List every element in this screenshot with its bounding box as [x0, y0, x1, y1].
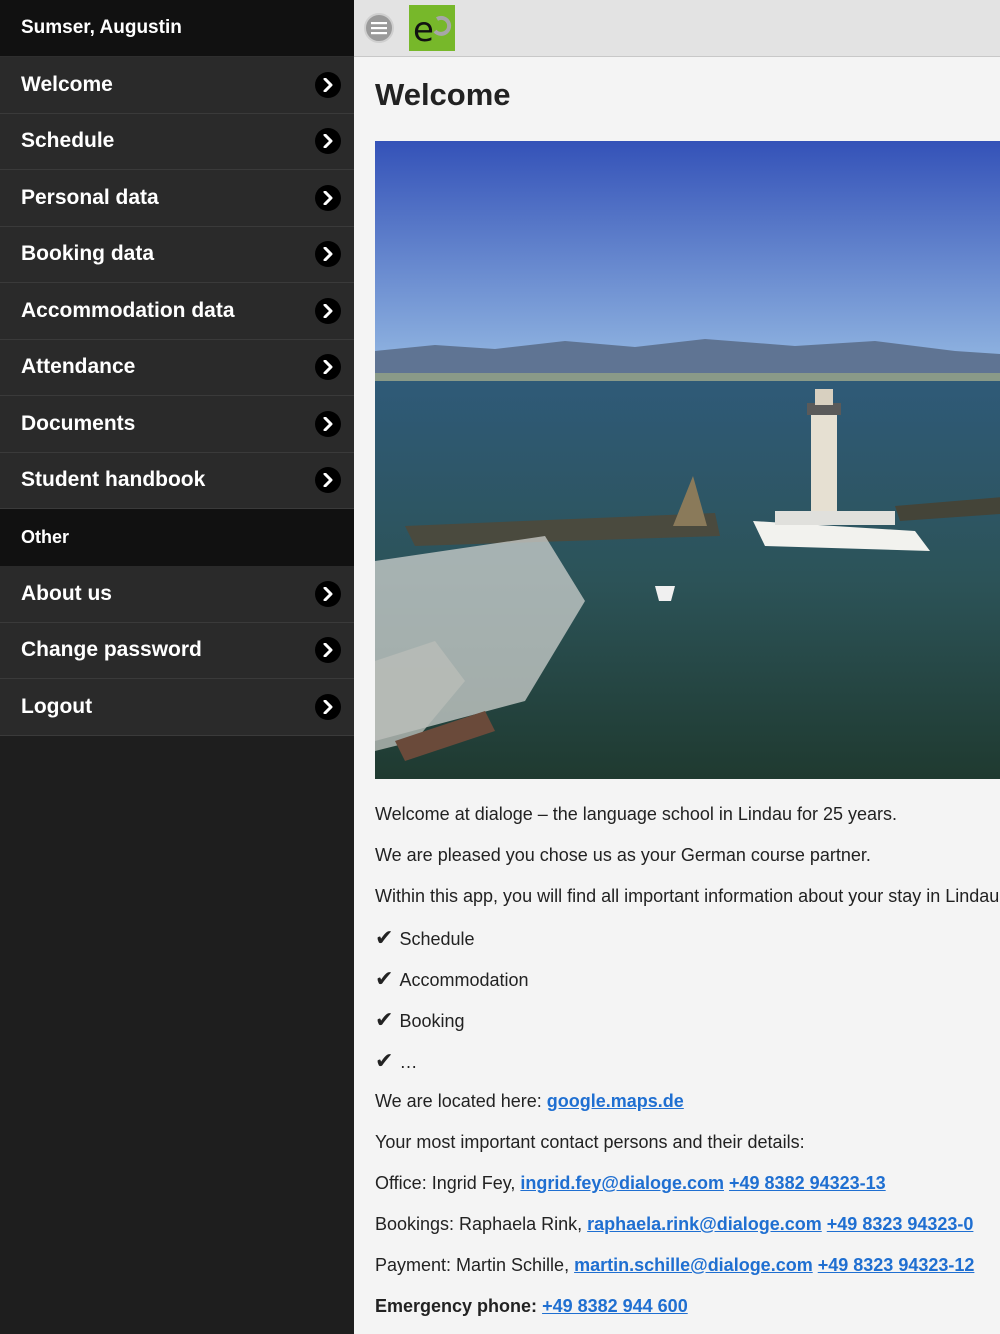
sidebar-item-label: Logout	[21, 694, 93, 718]
contact-office: Office: Ingrid Fey, ingrid.fey@dialoge.c…	[375, 1163, 1000, 1204]
checkmark-icon: ✔	[375, 925, 394, 950]
sidebar-item-logout[interactable]: Logout	[0, 679, 354, 736]
sidebar-item-label: Change password	[21, 638, 202, 662]
sidebar-item-label: Accommodation data	[21, 298, 235, 322]
sidebar-item-attendance[interactable]: Attendance	[0, 339, 354, 396]
sidebar: Sumser, Augustin Welcome Schedule Person…	[0, 0, 354, 1334]
main-content: e Welcome Welcome at dialoge – the langu…	[354, 0, 1000, 1334]
emergency-label: Emergency phone:	[375, 1296, 538, 1316]
welcome-text: Welcome at dialoge – the language school…	[375, 804, 898, 824]
contact-bookings: Bookings: Raphaela Rink, raphaela.rink@d…	[375, 1204, 1000, 1245]
maps-link[interactable]: google.maps.de	[547, 1091, 684, 1111]
chevron-right-icon	[315, 128, 341, 155]
checklist-label: Accommodation	[399, 970, 529, 990]
checklist-item: ✔…	[375, 1040, 1000, 1081]
contacts-intro: Your most important contact persons and …	[375, 1132, 805, 1152]
sidebar-item-documents[interactable]: Documents	[0, 396, 354, 453]
sidebar-item-label: Schedule	[21, 129, 115, 153]
chevron-right-icon	[315, 693, 341, 720]
intro-text: We are pleased you chose us as your Germ…	[375, 845, 871, 865]
sidebar-item-label: About us	[21, 581, 112, 605]
user-name: Sumser, Augustin	[0, 0, 354, 57]
location-label: We are located here:	[375, 1091, 542, 1111]
chevron-right-icon	[315, 297, 341, 324]
checkmark-icon: ✔	[375, 1007, 394, 1032]
sidebar-item-label: Student handbook	[21, 468, 206, 492]
harbor-photo	[375, 141, 1000, 779]
sidebar-item-booking-data[interactable]: Booking data	[0, 226, 354, 283]
sidebar-item-student-handbook[interactable]: Student handbook	[0, 452, 354, 509]
info-text: Within this app, you will find all impor…	[375, 886, 1000, 906]
page-body: Welcome Welcome at dialoge – the languag…	[354, 77, 1000, 1327]
chevron-right-icon	[315, 71, 341, 98]
chevron-right-icon	[315, 241, 341, 268]
sidebar-item-welcome[interactable]: Welcome	[0, 57, 354, 114]
emergency-phone-link[interactable]: +49 8382 944 600	[542, 1296, 688, 1316]
checklist-label: Booking	[399, 1011, 465, 1031]
chevron-right-icon	[315, 637, 341, 664]
checklist-item: ✔ Accommodation	[375, 958, 1000, 999]
chevron-right-icon	[315, 354, 341, 381]
chevron-right-icon	[315, 467, 341, 494]
app-logo: e	[409, 5, 455, 51]
sidebar-item-personal-data[interactable]: Personal data	[0, 170, 354, 227]
phone-link[interactable]: +49 8323 94323-0	[827, 1214, 974, 1234]
logo-letter: e	[413, 10, 434, 50]
checklist-label: …	[399, 1052, 418, 1072]
sidebar-item-schedule[interactable]: Schedule	[0, 113, 354, 170]
contact-role: Bookings: Raphaela Rink,	[375, 1214, 583, 1234]
sidebar-item-label: Documents	[21, 411, 136, 435]
sidebar-item-label: Welcome	[21, 72, 113, 96]
email-link[interactable]: raphaela.rink@dialoge.com	[587, 1214, 822, 1234]
phone-link[interactable]: +49 8382 94323-13	[729, 1173, 886, 1193]
emergency-line: Emergency phone: +49 8382 944 600	[375, 1286, 1000, 1327]
page-title: Welcome	[375, 77, 511, 112]
top-bar: e	[354, 0, 1000, 57]
sidebar-item-change-password[interactable]: Change password	[0, 622, 354, 679]
email-link[interactable]: martin.schille@dialoge.com	[574, 1255, 813, 1275]
sidebar-item-about-us[interactable]: About us	[0, 566, 354, 623]
sidebar-item-label: Personal data	[21, 185, 159, 209]
checkmark-icon: ✔	[375, 966, 394, 991]
checklist-item: ✔ Schedule	[375, 917, 1000, 958]
checkmark-icon: ✔	[375, 1048, 394, 1073]
sidebar-item-label: Booking data	[21, 242, 155, 266]
chevron-right-icon	[315, 580, 341, 607]
section-header-other: Other	[0, 509, 354, 566]
hamburger-icon[interactable]	[364, 13, 394, 43]
sidebar-item-label: Attendance	[21, 355, 136, 379]
chevron-right-icon	[315, 410, 341, 437]
location-line: We are located here: google.maps.de	[375, 1081, 1000, 1122]
contact-role: Payment: Martin Schille,	[375, 1255, 570, 1275]
checklist-label: Schedule	[399, 929, 475, 949]
contact-role: Office: Ingrid Fey,	[375, 1173, 516, 1193]
contact-payment: Payment: Martin Schille, martin.schille@…	[375, 1245, 1000, 1286]
email-link[interactable]: ingrid.fey@dialoge.com	[520, 1173, 724, 1193]
checklist-item: ✔ Booking	[375, 999, 1000, 1040]
phone-link[interactable]: +49 8323 94323-12	[818, 1255, 975, 1275]
chevron-right-icon	[315, 184, 341, 211]
sidebar-item-accommodation-data[interactable]: Accommodation data	[0, 283, 354, 340]
